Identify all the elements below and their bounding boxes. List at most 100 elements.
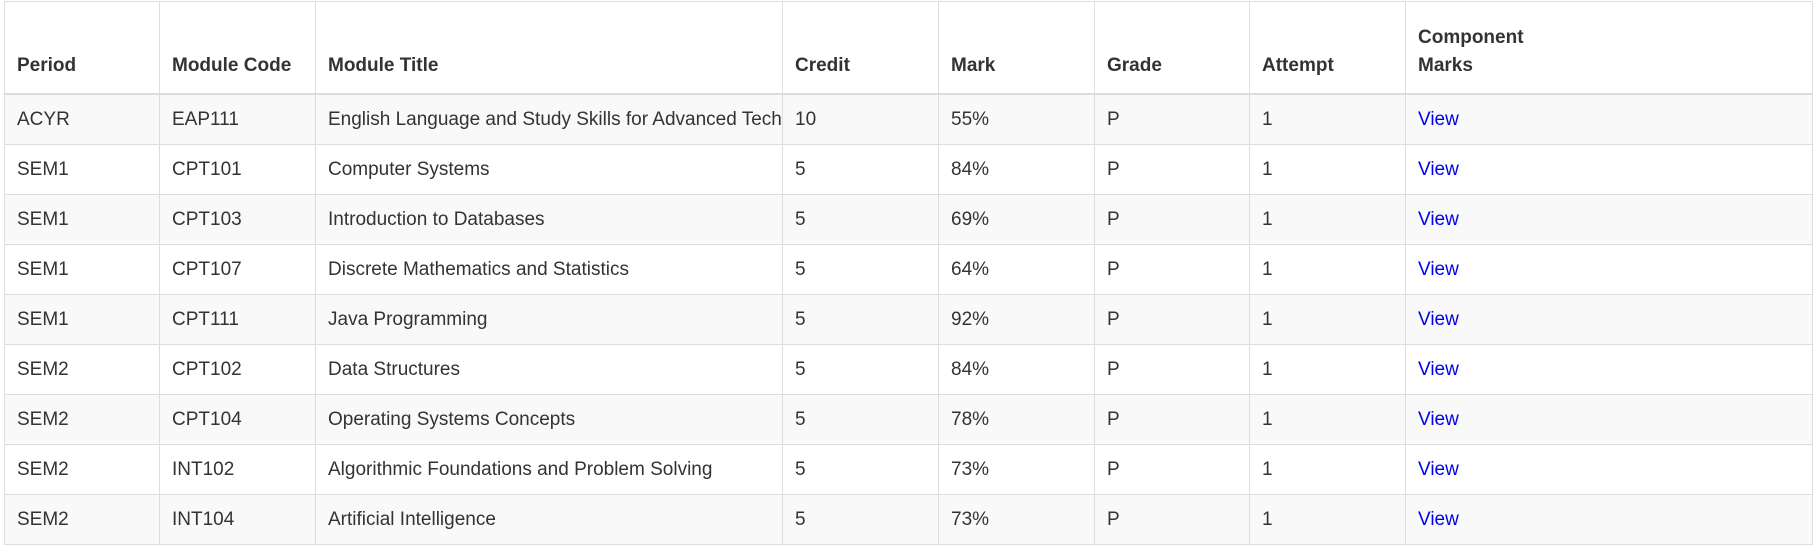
- view-component-marks-link[interactable]: View: [1418, 259, 1459, 280]
- cell-period: SEM2: [4, 344, 160, 395]
- cell-module-title: Data Structures: [315, 344, 783, 395]
- cell-grade: P: [1094, 494, 1250, 545]
- cell-module-title: Introduction to Databases: [315, 194, 783, 245]
- cell-module-code: CPT104: [159, 394, 316, 445]
- cell-period: SEM1: [4, 144, 160, 195]
- header-row: Period Module Code Module Title Credit M…: [4, 1, 1813, 95]
- header-credit: Credit: [782, 1, 939, 95]
- cell-period: SEM2: [4, 444, 160, 495]
- view-component-marks-link[interactable]: View: [1418, 409, 1459, 430]
- table-row: SEM1 CPT107 Discrete Mathematics and Sta…: [4, 244, 1813, 295]
- cell-attempt: 1: [1249, 444, 1406, 495]
- cell-mark: 92%: [938, 294, 1095, 345]
- header-grade: Grade: [1094, 1, 1250, 95]
- cell-module-title: Algorithmic Foundations and Problem Solv…: [315, 444, 783, 495]
- results-table-container: Period Module Code Module Title Credit M…: [0, 0, 1815, 545]
- cell-component-marks: View: [1405, 93, 1813, 145]
- header-module-code: Module Code: [159, 1, 316, 95]
- cell-period: SEM1: [4, 294, 160, 345]
- cell-period: SEM1: [4, 194, 160, 245]
- view-component-marks-link[interactable]: View: [1418, 109, 1459, 130]
- header-module-title: Module Title: [315, 1, 783, 95]
- cell-mark: 73%: [938, 494, 1095, 545]
- cell-credit: 5: [782, 494, 939, 545]
- cell-attempt: 1: [1249, 394, 1406, 445]
- table-row: SEM2 INT104 Artificial Intelligence 5 73…: [4, 494, 1813, 545]
- view-component-marks-link[interactable]: View: [1418, 359, 1459, 380]
- cell-module-title: Operating Systems Concepts: [315, 394, 783, 445]
- view-component-marks-link[interactable]: View: [1418, 159, 1459, 180]
- cell-module-code: INT102: [159, 444, 316, 495]
- module-results-table: Period Module Code Module Title Credit M…: [4, 1, 1813, 545]
- cell-component-marks: View: [1405, 494, 1813, 545]
- header-component-marks: Component Marks: [1405, 1, 1813, 95]
- header-period: Period: [4, 1, 160, 95]
- cell-attempt: 1: [1249, 344, 1406, 395]
- header-mark: Mark: [938, 1, 1095, 95]
- cell-component-marks: View: [1405, 444, 1813, 495]
- view-component-marks-link[interactable]: View: [1418, 209, 1459, 230]
- cell-attempt: 1: [1249, 93, 1406, 145]
- cell-module-title: Discrete Mathematics and Statistics: [315, 244, 783, 295]
- cell-attempt: 1: [1249, 294, 1406, 345]
- cell-mark: 78%: [938, 394, 1095, 445]
- cell-attempt: 1: [1249, 244, 1406, 295]
- table-row: SEM2 CPT102 Data Structures 5 84% P 1 Vi…: [4, 344, 1813, 395]
- cell-period: SEM2: [4, 494, 160, 545]
- view-component-marks-link[interactable]: View: [1418, 459, 1459, 480]
- cell-credit: 10: [782, 93, 939, 145]
- cell-component-marks: View: [1405, 394, 1813, 445]
- cell-mark: 69%: [938, 194, 1095, 245]
- cell-module-title: Java Programming: [315, 294, 783, 345]
- cell-component-marks: View: [1405, 294, 1813, 345]
- cell-component-marks: View: [1405, 244, 1813, 295]
- cell-grade: P: [1094, 444, 1250, 495]
- cell-module-title: Computer Systems: [315, 144, 783, 195]
- table-row: SEM1 CPT111 Java Programming 5 92% P 1 V…: [4, 294, 1813, 345]
- cell-period: SEM1: [4, 244, 160, 295]
- cell-mark: 55%: [938, 93, 1095, 145]
- cell-module-title: English Language and Study Skills for Ad…: [315, 93, 783, 145]
- cell-credit: 5: [782, 144, 939, 195]
- cell-attempt: 1: [1249, 144, 1406, 195]
- cell-grade: P: [1094, 394, 1250, 445]
- cell-credit: 5: [782, 394, 939, 445]
- cell-module-code: CPT111: [159, 294, 316, 345]
- cell-mark: 73%: [938, 444, 1095, 495]
- table-row: SEM2 CPT104 Operating Systems Concepts 5…: [4, 394, 1813, 445]
- header-component-marks-label: Component Marks: [1418, 27, 1524, 76]
- cell-module-code: CPT107: [159, 244, 316, 295]
- table-row: SEM2 INT102 Algorithmic Foundations and …: [4, 444, 1813, 495]
- cell-component-marks: View: [1405, 144, 1813, 195]
- cell-attempt: 1: [1249, 494, 1406, 545]
- cell-credit: 5: [782, 244, 939, 295]
- cell-grade: P: [1094, 344, 1250, 395]
- cell-credit: 5: [782, 344, 939, 395]
- cell-grade: P: [1094, 144, 1250, 195]
- cell-mark: 84%: [938, 344, 1095, 395]
- table-body: ACYR EAP111 English Language and Study S…: [4, 93, 1813, 545]
- cell-credit: 5: [782, 294, 939, 345]
- cell-module-code: CPT103: [159, 194, 316, 245]
- cell-credit: 5: [782, 444, 939, 495]
- cell-module-code: EAP111: [159, 93, 316, 145]
- cell-grade: P: [1094, 294, 1250, 345]
- cell-grade: P: [1094, 93, 1250, 145]
- cell-module-code: CPT102: [159, 344, 316, 395]
- cell-grade: P: [1094, 244, 1250, 295]
- cell-period: ACYR: [4, 93, 160, 145]
- cell-period: SEM2: [4, 394, 160, 445]
- cell-mark: 84%: [938, 144, 1095, 195]
- cell-module-title: Artificial Intelligence: [315, 494, 783, 545]
- cell-component-marks: View: [1405, 194, 1813, 245]
- view-component-marks-link[interactable]: View: [1418, 309, 1459, 330]
- cell-credit: 5: [782, 194, 939, 245]
- view-component-marks-link[interactable]: View: [1418, 509, 1459, 530]
- table-row: ACYR EAP111 English Language and Study S…: [4, 93, 1813, 145]
- cell-module-code: CPT101: [159, 144, 316, 195]
- table-row: SEM1 CPT103 Introduction to Databases 5 …: [4, 194, 1813, 245]
- table-header: Period Module Code Module Title Credit M…: [4, 1, 1813, 95]
- cell-grade: P: [1094, 194, 1250, 245]
- table-row: SEM1 CPT101 Computer Systems 5 84% P 1 V…: [4, 144, 1813, 195]
- cell-mark: 64%: [938, 244, 1095, 295]
